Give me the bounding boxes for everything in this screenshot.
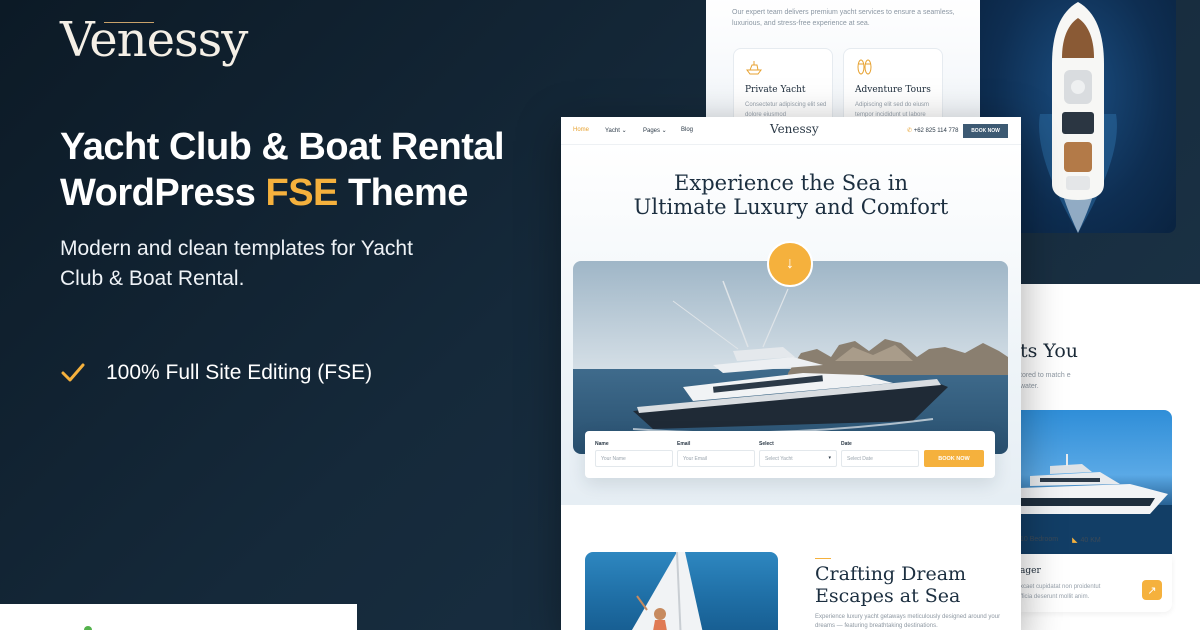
about-photo	[585, 552, 778, 630]
service-title: Private Yacht	[745, 85, 806, 95]
mock-hero: Experience the Sea in Ultimate Luxury an…	[561, 145, 1021, 505]
fleet-heading: ts You	[1020, 340, 1078, 362]
nav-pages[interactable]: Pages ⌄	[643, 127, 667, 134]
booking-form: Name Your Name Email Your Email Select S…	[585, 431, 995, 478]
fleet-text: tored to match e water.	[1020, 372, 1071, 390]
about-title-line-1: Crafting Dream	[815, 563, 967, 585]
feature-item: 100% Full Site Editing (FSE)	[60, 360, 372, 386]
chevron-down-icon: ⌄	[660, 128, 667, 134]
stat-speed: ◣ 40 KM	[1072, 536, 1101, 544]
check-icon	[61, 363, 85, 382]
date-placeholder: Select Date	[847, 456, 873, 462]
about-text: Experience luxury yacht getaways meticul…	[815, 614, 1001, 629]
homepage-mockup: Home Yacht ⌄ Pages ⌄ Blog Venessy ✆ +62 …	[561, 117, 1021, 630]
nav-phone[interactable]: ✆ +62 825 114 778	[907, 127, 958, 134]
caret-down-icon: ▾	[828, 455, 831, 461]
booking-submit-button[interactable]: BOOK NOW	[924, 450, 984, 467]
speed-icon: ◣	[1072, 537, 1078, 544]
promo-headline: Yacht Club & Boat Rental WordPress FSE T…	[60, 124, 530, 216]
about-accent-line	[815, 558, 831, 559]
date-label: Date	[841, 441, 852, 447]
fleet-card-title: ager	[1020, 566, 1041, 576]
sandals-icon	[857, 59, 872, 75]
headline-line-2-pre: WordPress	[60, 172, 266, 214]
yacht-select[interactable]: Select Yacht ▾	[759, 450, 837, 467]
green-dot-icon	[84, 626, 92, 630]
scroll-down-badge[interactable]: ↓	[767, 241, 813, 287]
feature-label: 100% Full Site Editing (FSE)	[106, 361, 373, 384]
hero-yacht-illustration	[573, 261, 1008, 454]
nav-yacht[interactable]: Yacht ⌄	[605, 127, 627, 134]
name-label: Name	[595, 441, 609, 447]
headline-line-2-post: Theme	[337, 172, 469, 214]
services-panel: Our expert team delivers premium yacht s…	[706, 0, 980, 138]
arrow-up-right-button[interactable]: ↗	[1142, 580, 1162, 600]
yacht-icon	[746, 61, 762, 75]
email-label: Email	[677, 441, 691, 447]
date-input[interactable]: Select Date	[841, 450, 919, 467]
select-placeholder: Select Yacht	[765, 456, 793, 462]
nav-phone-number: +62 825 114 778	[913, 128, 959, 134]
fleet-stats: 10 Bedroom ◣ 40 KM	[1020, 536, 1101, 544]
nav-book-now-button[interactable]: BOOK NOW	[963, 124, 1008, 138]
hero-title-line-2: Ultimate Luxury and Comfort	[633, 195, 949, 219]
headline-accent: FSE	[265, 172, 338, 214]
about-title-line-2: Escapes at Sea	[815, 585, 961, 607]
arrow-down-icon: ↓	[786, 255, 794, 272]
service-title: Adventure Tours	[855, 85, 931, 95]
chevron-down-icon: ⌄	[619, 128, 627, 134]
email-input[interactable]: Your Email	[677, 450, 755, 467]
name-placeholder: Your Name	[601, 456, 626, 462]
name-input[interactable]: Your Name	[595, 450, 673, 467]
stat-bedrooms-label: 10 Bedroom	[1020, 536, 1059, 543]
nav-pages-label: Pages	[643, 128, 661, 134]
fleet-yacht-illustration	[1020, 454, 1172, 554]
phone-icon: ✆	[907, 128, 914, 134]
promo-subline: Modern and clean templates for Yacht Clu…	[60, 237, 413, 290]
bottom-left-card	[0, 604, 357, 630]
headline-line-2: WordPress FSE Theme	[60, 170, 530, 216]
arrow-up-right-icon: ↗	[1147, 584, 1157, 597]
fleet-card-desc: xcaet cupidatat non proidentut fficia de…	[1020, 584, 1101, 600]
hero-yacht-photo	[573, 261, 1008, 454]
brand-logo-text: Venessy	[60, 12, 248, 68]
hero-title: Experience the Sea in Ultimate Luxury an…	[561, 171, 1021, 219]
nav-yacht-label: Yacht	[605, 128, 620, 134]
select-label: Select	[759, 441, 774, 447]
nav-home[interactable]: Home	[573, 127, 589, 133]
email-placeholder: Your Email	[683, 456, 707, 462]
sailboat-deck-illustration	[631, 552, 703, 630]
fleet-yacht-photo[interactable]	[1020, 410, 1172, 554]
services-intro: Our expert team delivers premium yacht s…	[732, 9, 955, 27]
logo-accent-bar	[104, 22, 154, 23]
stat-bedrooms: 10 Bedroom	[1020, 536, 1058, 544]
hero-title-line-1: Experience the Sea in	[674, 171, 908, 195]
nav-blog[interactable]: Blog	[681, 127, 693, 133]
about-title: Crafting Dream Escapes at Sea	[815, 563, 995, 607]
headline-line-1: Yacht Club & Boat Rental	[60, 126, 505, 168]
mock-logo[interactable]: Venessy	[770, 122, 819, 136]
mock-navbar: Home Yacht ⌄ Pages ⌄ Blog Venessy ✆ +62 …	[561, 117, 1021, 145]
stat-speed-label: 40 KM	[1080, 537, 1101, 544]
mock-about-section: Crafting Dream Escapes at Sea Experience…	[561, 505, 1021, 630]
brand-logo: Venessy	[60, 12, 248, 68]
